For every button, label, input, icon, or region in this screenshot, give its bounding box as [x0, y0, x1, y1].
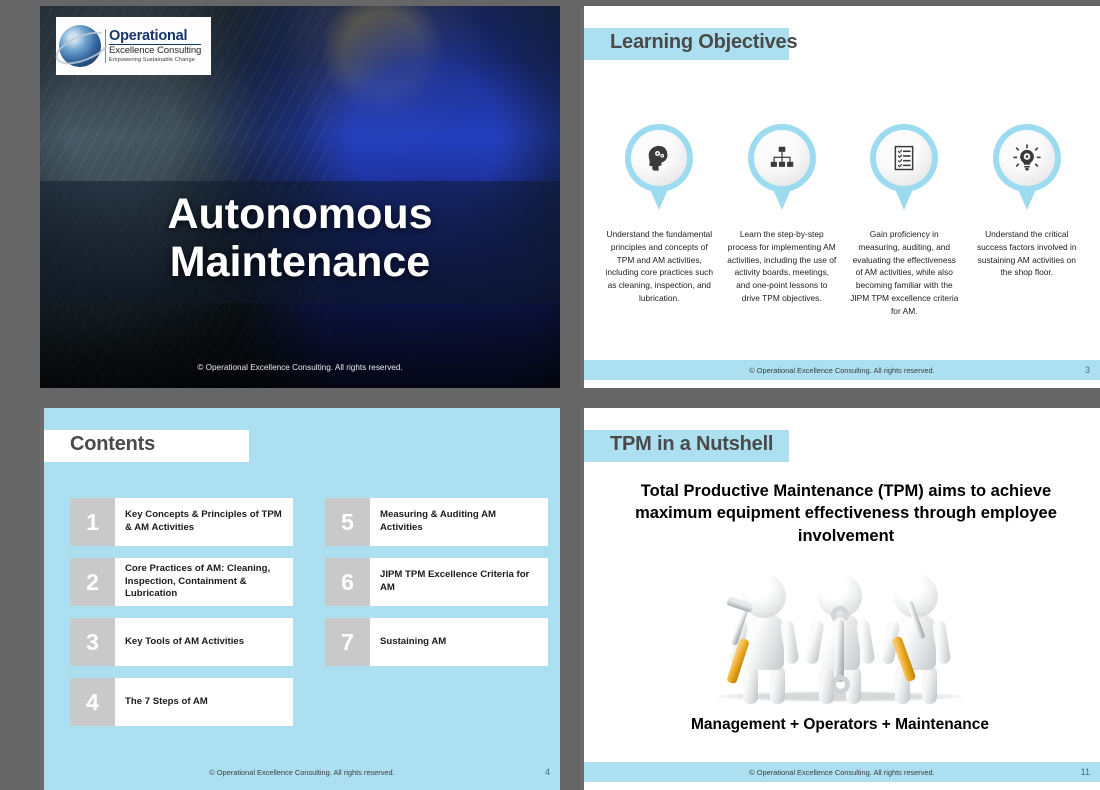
slide-title[interactable]: Operational Excellence Consulting Empowe…: [40, 6, 560, 388]
contents-column-right: 5 Measuring & Auditing AM Activities 6 J…: [325, 498, 548, 726]
wrench-shaft: [835, 620, 844, 682]
nutshell-statement: Total Productive Maintenance (TPM) aims …: [635, 482, 1057, 545]
objective-text: Understand the fundamental principles an…: [605, 229, 714, 303]
head-gears-icon: [644, 143, 674, 173]
logo-line-1: Operational: [109, 28, 202, 45]
figure-leg: [770, 666, 785, 704]
logo-line-3: Empowering Sustainable Change: [109, 56, 195, 63]
title-line-1: Autonomous: [167, 190, 433, 238]
figure-maintenance: [879, 572, 953, 704]
item-number: 3: [70, 618, 115, 666]
item-label: Core Practices of AM: Cleaning, Inspecti…: [125, 563, 271, 600]
nutshell-heading: TPM in a Nutshell: [610, 433, 774, 455]
footer-copyright: © Operational Excellence Consulting. All…: [749, 767, 935, 777]
wrench-ring: [831, 675, 850, 694]
lightbulb-gear-icon: [1012, 143, 1042, 173]
objective-column-3: Gain proficiency in measuring, auditing,…: [843, 124, 966, 317]
three-figures-illustration: [580, 556, 1100, 704]
slide-footer: © Operational Excellence Consulting. All…: [584, 762, 1100, 782]
figure-body: [744, 614, 784, 670]
company-logo: Operational Excellence Consulting Empowe…: [56, 17, 211, 75]
contents-heading: Contents: [70, 433, 156, 455]
item-label: Sustaining AM: [380, 635, 447, 647]
item-label: Key Concepts & Principles of TPM & AM Ac…: [125, 509, 282, 533]
page-number: 11: [1080, 767, 1090, 777]
pin-head: [747, 124, 816, 192]
slide-footer: © Operational Excellence Consulting. All…: [584, 360, 1100, 380]
item-number: 5: [325, 498, 370, 546]
figure-management: [726, 572, 801, 704]
figure-leg: [743, 666, 758, 704]
list-item[interactable]: 3 Key Tools of AM Activities: [70, 618, 293, 666]
pin-head: [870, 124, 939, 192]
figure-leg: [922, 666, 937, 704]
globe-icon: [59, 25, 101, 67]
logo-wordmark: Operational Excellence Consulting Empowe…: [105, 28, 202, 64]
slide-learning-objectives[interactable]: Learning Objectives Understand the funda…: [580, 6, 1100, 388]
pin-head: [992, 124, 1061, 192]
list-item[interactable]: 4 The 7 Steps of AM: [70, 678, 293, 726]
objectives-pin-row: Understand the fundamental principles an…: [598, 124, 1088, 317]
item-label: JIPM TPM Excellence Criteria for AM: [380, 569, 530, 593]
org-chart-icon: [767, 143, 797, 173]
page-title: Autonomous Maintenance: [40, 190, 560, 286]
item-number: 1: [70, 498, 115, 546]
page-number: 3: [1084, 365, 1090, 375]
item-label: The 7 Steps of AM: [125, 695, 208, 707]
contents-list: 1 Key Concepts & Principles of TPM & AM …: [70, 498, 548, 726]
pin-marker: [870, 124, 939, 212]
objectives-heading: Learning Objectives: [610, 31, 798, 53]
page-number: 4: [544, 767, 550, 777]
list-item[interactable]: 1 Key Concepts & Principles of TPM & AM …: [70, 498, 293, 546]
objective-text: Learn the step-by-step process for imple…: [727, 229, 837, 303]
pin-marker: [992, 124, 1061, 212]
wrench-jaw: [831, 606, 849, 624]
footer-copyright: © Operational Excellence Consulting. All…: [209, 767, 395, 777]
contents-column-left: 1 Key Concepts & Principles of TPM & AM …: [70, 498, 293, 726]
objective-column-1: Understand the fundamental principles an…: [598, 124, 721, 317]
pin-head: [625, 124, 694, 192]
item-number: 7: [325, 618, 370, 666]
slide-contents[interactable]: Contents 1 Key Concepts & Principles of …: [40, 408, 560, 790]
list-item[interactable]: 5 Measuring & Auditing AM Activities: [325, 498, 548, 546]
item-number: 6: [325, 558, 370, 606]
list-item[interactable]: 6 JIPM TPM Excellence Criteria for AM: [325, 558, 548, 606]
objective-column-4: Understand the critical success factors …: [966, 124, 1089, 317]
title-line-2: Maintenance: [169, 238, 431, 287]
checklist-icon: [889, 143, 919, 173]
left-edge-bar: [40, 408, 44, 790]
item-number: 2: [70, 558, 115, 606]
item-number: 4: [70, 678, 115, 726]
list-item[interactable]: 7 Sustaining AM: [325, 618, 548, 666]
footer-copyright: © Operational Excellence Consulting. All…: [749, 365, 935, 375]
pin-marker: [625, 124, 694, 212]
objective-text: Gain proficiency in measuring, auditing,…: [850, 229, 959, 316]
objective-text: Understand the critical success factors …: [976, 229, 1077, 278]
list-item[interactable]: 2 Core Practices of AM: Cleaning, Inspec…: [70, 558, 293, 606]
figure-operators: [803, 572, 877, 704]
slide-tpm-nutshell[interactable]: TPM in a Nutshell Total Productive Maint…: [580, 408, 1100, 790]
title-copyright: © Operational Excellence Consulting. All…: [197, 363, 403, 372]
logo-line-2: Excellence Consulting: [109, 45, 202, 57]
nutshell-caption: Management + Operators + Maintenance: [690, 716, 990, 733]
slide-footer: © Operational Excellence Consulting. All…: [44, 762, 560, 782]
objective-column-2: Learn the step-by-step process for imple…: [721, 124, 844, 317]
pin-marker: [747, 124, 816, 212]
item-label: Key Tools of AM Activities: [125, 635, 245, 647]
slide-deck: Operational Excellence Consulting Empowe…: [0, 0, 1100, 790]
left-edge-bar: [580, 6, 584, 388]
item-label: Measuring & Auditing AM Activities: [380, 509, 497, 533]
